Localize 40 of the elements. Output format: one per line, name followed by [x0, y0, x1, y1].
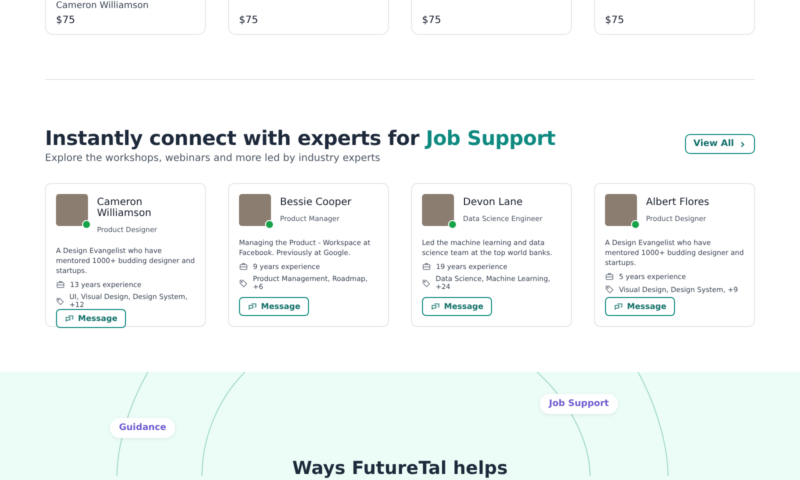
- tag-icon: [422, 278, 431, 288]
- tag-icon: [605, 285, 614, 294]
- course-card[interactable]: $75: [411, 0, 572, 35]
- section-title: Ways FutureTal helps: [292, 458, 508, 480]
- tag-icon: [56, 296, 64, 306]
- price: $75: [422, 15, 442, 26]
- tag-icon: [239, 278, 248, 288]
- price: $75: [605, 15, 626, 26]
- chevron-right-icon: [738, 140, 747, 148]
- chat-icon: [248, 302, 257, 311]
- briefcase-icon: [422, 262, 431, 271]
- chat-icon: [65, 314, 74, 323]
- photo-placeholder: [422, 194, 454, 226]
- photo-placeholder: [605, 194, 637, 226]
- expert-name: Devon Lane: [463, 197, 524, 208]
- message-button[interactable]: Message: [239, 297, 310, 316]
- message-button[interactable]: Message: [422, 297, 492, 316]
- course-card[interactable]: $75: [594, 0, 755, 35]
- section-title: Instantly connect with experts for Job Support: [45, 126, 556, 150]
- price: $75: [239, 15, 260, 26]
- briefcase-icon: [56, 280, 65, 289]
- mentor-name: Cameron Williamson: [56, 2, 150, 11]
- view-all-button[interactable]: View All: [685, 134, 755, 154]
- course-card[interactable]: $75: [228, 0, 389, 35]
- expert-name: Bessie Cooper: [280, 197, 352, 208]
- chat-icon: [614, 302, 623, 311]
- topic-pill: Job Support: [540, 394, 618, 414]
- chat-icon: [431, 302, 440, 311]
- photo-placeholder: [56, 194, 88, 226]
- briefcase-icon: [605, 272, 614, 281]
- briefcase-icon: [239, 262, 248, 271]
- message-button[interactable]: Message: [56, 309, 126, 328]
- course-card[interactable]: Cameron Williamson $75: [45, 0, 206, 35]
- price: $75: [56, 15, 76, 26]
- message-button[interactable]: Message: [605, 297, 676, 316]
- expert-name: Cameron Williamson: [97, 197, 152, 219]
- photo-placeholder: [239, 194, 271, 226]
- expert-name: Albert Flores: [646, 197, 710, 208]
- topic-pill: Guidance: [110, 418, 176, 438]
- section-subtitle: Explore the workshops, webinars and more led by industry experts: [45, 153, 382, 164]
